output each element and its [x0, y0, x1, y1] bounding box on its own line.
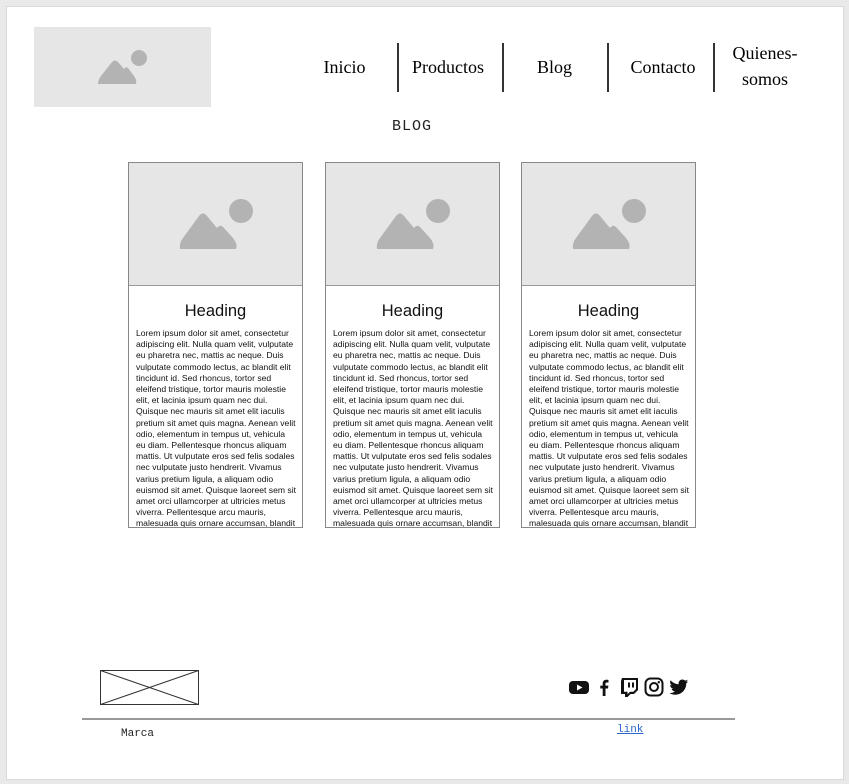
card-image-placeholder [326, 163, 499, 286]
nav-separator [502, 43, 504, 92]
nav-separator [397, 43, 399, 92]
twitter-icon[interactable] [668, 676, 690, 698]
twitch-icon[interactable] [618, 676, 640, 698]
page: Inicio Productos Blog Contacto Quienes-s… [6, 6, 844, 780]
footer-link[interactable]: link [617, 724, 643, 736]
nav-item-blog[interactable]: Blog [512, 43, 597, 92]
social-icons [568, 675, 690, 699]
card-heading: Heading [184, 302, 247, 320]
image-placeholder-icon [376, 199, 450, 249]
blog-card[interactable]: Heading Lorem ipsum dolor sit amet, cons… [521, 162, 696, 528]
card-body-text: Lorem ipsum dolor sit amet, consectetur … [529, 328, 690, 528]
image-placeholder-icon [572, 199, 646, 249]
card-heading: Heading [381, 302, 444, 320]
card-image-placeholder [129, 163, 302, 286]
image-placeholder-icon [98, 50, 147, 84]
footer-brand: Marca [121, 728, 155, 740]
nav-item-productos[interactable]: Productos [403, 43, 493, 92]
nav-separator [607, 43, 609, 92]
blog-card[interactable]: Heading Lorem ipsum dolor sit amet, cons… [128, 162, 303, 528]
instagram-icon[interactable] [643, 676, 665, 698]
footer-divider [82, 718, 735, 720]
card-body-text: Lorem ipsum dolor sit amet, consectetur … [136, 328, 297, 528]
facebook-icon[interactable] [593, 676, 615, 698]
card-image-placeholder [522, 163, 695, 286]
crossed-box-placeholder-icon [100, 670, 199, 705]
image-placeholder-icon [179, 199, 253, 249]
nav-item-inicio[interactable]: Inicio [307, 43, 382, 92]
card-heading: Heading [577, 302, 640, 320]
blog-title: BLOG [391, 118, 432, 135]
youtube-icon[interactable] [568, 676, 590, 698]
blog-card[interactable]: Heading Lorem ipsum dolor sit amet, cons… [325, 162, 500, 528]
nav-separator [713, 43, 715, 92]
logo-placeholder[interactable] [34, 27, 211, 107]
nav-item-quienes-somos[interactable]: Quienes-somos [723, 41, 807, 90]
card-body-text: Lorem ipsum dolor sit amet, consectetur … [333, 328, 494, 528]
nav-item-contacto[interactable]: Contacto [613, 43, 713, 92]
